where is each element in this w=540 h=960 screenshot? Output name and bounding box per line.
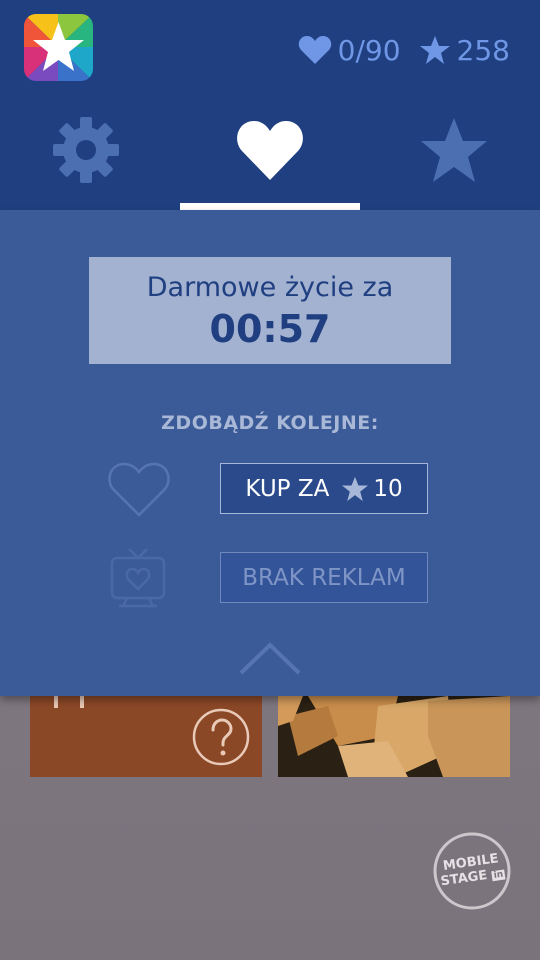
tile-decoration <box>54 696 58 708</box>
question-icon[interactable] <box>192 708 250 766</box>
star-icon <box>421 118 487 182</box>
timer-label: Darmowe życie za <box>146 272 394 303</box>
heart-outline-icon <box>108 462 170 517</box>
stats-bar: 0/90 258 <box>298 30 510 70</box>
star-icon <box>342 476 369 501</box>
timer-box: Darmowe życie za 00:57 <box>89 257 451 364</box>
buy-cost: 10 <box>341 475 403 502</box>
tab-stars[interactable] <box>409 110 499 190</box>
heart-icon <box>237 121 303 180</box>
heart-icon <box>298 36 331 64</box>
app-logo <box>24 14 93 81</box>
tab-lives[interactable] <box>225 110 315 190</box>
active-tab-indicator <box>180 203 360 210</box>
watermark-badge: in <box>491 869 506 882</box>
stars-counter: 258 <box>419 34 510 67</box>
lives-panel: Darmowe życie za 00:57 ZDOBĄDŹ KOLEJNE: … <box>0 210 540 696</box>
gear-icon <box>53 117 119 183</box>
chips-photo <box>278 696 510 777</box>
earn-title: ZDOBĄDŹ KOLEJNE: <box>161 412 379 434</box>
timer-value: 00:57 <box>209 307 331 351</box>
buy-cost-value: 10 <box>373 475 403 502</box>
tv-icon <box>110 548 166 608</box>
buy-life-button[interactable]: KUP ZA 10 <box>220 463 428 514</box>
stars-count: 258 <box>456 33 510 67</box>
photo-tile[interactable] <box>278 696 510 777</box>
lives-counter: 0/90 <box>298 34 401 67</box>
tab-settings[interactable] <box>41 110 131 190</box>
watermark-logo: MOBILE STAGE in <box>432 831 512 911</box>
chevron-up-icon[interactable] <box>238 640 302 676</box>
top-bar: 0/90 258 <box>0 0 540 210</box>
no-ads-button[interactable]: BRAK REKLAM <box>220 552 428 603</box>
buy-label: KUP ZA <box>245 475 330 502</box>
no-ads-label: BRAK REKLAM <box>242 564 406 591</box>
tile-decoration <box>80 696 84 708</box>
star-icon <box>419 36 450 64</box>
lives-count: 0/90 <box>337 33 401 67</box>
